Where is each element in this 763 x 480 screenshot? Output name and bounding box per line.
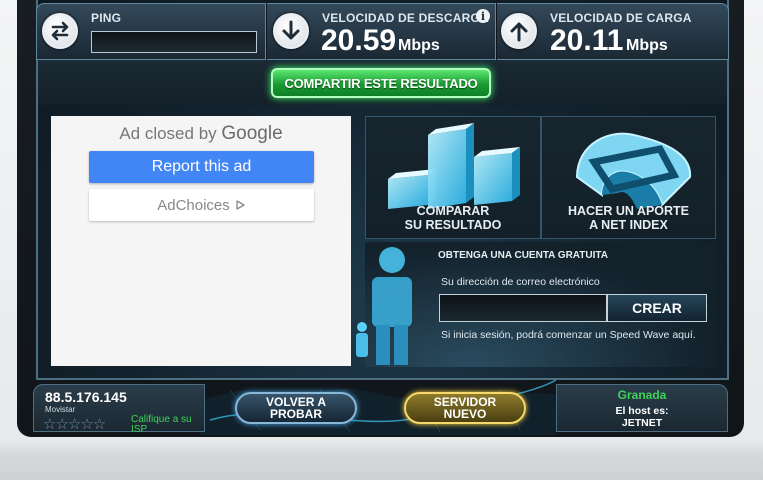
host-name: JETNET: [621, 417, 663, 429]
upload-value: 20.11: [550, 24, 624, 57]
adchoices-icon: [236, 200, 245, 210]
email-input[interactable]: [439, 294, 607, 322]
upload-unit: Mbps: [626, 37, 668, 54]
isp-rating-stars[interactable]: ☆☆☆☆☆: [43, 415, 106, 433]
compare-line1: COMPARAR: [416, 204, 490, 218]
ping-value: [91, 31, 257, 53]
header-divider: [495, 3, 497, 60]
report-ad-button[interactable]: Report this ad: [89, 151, 314, 183]
compare-line2: SU RESULTADO: [404, 218, 502, 232]
compare-results-panel[interactable]: COMPARAR SU RESULTADO: [365, 116, 541, 239]
create-account-button[interactable]: CREAR: [607, 294, 707, 322]
speed-wave-note: Si inicia sesión, podrá comenzar un Spee…: [441, 329, 696, 341]
share-result-button[interactable]: COMPARTIR ESTE RESULTADO: [271, 68, 491, 98]
download-unit: Mbps: [398, 37, 440, 54]
ip-address: 88.5.176.145: [45, 389, 127, 405]
contribute-line2: A NET INDEX: [589, 218, 668, 232]
email-label: Su dirección de correo electrónico: [441, 276, 600, 288]
ping-label: PING: [91, 11, 122, 25]
rate-isp-line2: ISP: [131, 424, 148, 435]
ping-icon: [42, 13, 78, 49]
adchoices-button[interactable]: AdChoices: [89, 189, 314, 221]
contribute-line1: HACER UN APORTE: [567, 204, 690, 218]
info-icon[interactable]: i: [476, 9, 490, 23]
test-again-button[interactable]: VOLVER A PROBAR: [235, 392, 357, 424]
upload-label: VELOCIDAD DE CARGA: [550, 11, 692, 25]
new-server-button[interactable]: SERVIDOR NUEVO: [404, 392, 526, 424]
isp-name: Movistar: [45, 405, 76, 414]
ad-container: Ad closed by Google Report this ad AdCho…: [51, 116, 351, 366]
host-label: El host es:: [615, 405, 669, 417]
new-server-line2: NUEVO: [443, 407, 487, 421]
ad-closed-title: Ad closed by Google: [51, 123, 351, 145]
test-again-line2: PROBAR: [269, 407, 322, 421]
free-account-title: OBTENGA UNA CUENTA GRATUITA: [438, 250, 608, 261]
net-index-label: HACER UN APORTE A NET INDEX: [542, 204, 715, 232]
compare-results-label: COMPARAR SU RESULTADO: [366, 204, 540, 232]
rate-isp-link[interactable]: Califique a su ISP: [131, 415, 192, 435]
adchoices-label: AdChoices: [157, 196, 230, 214]
person-figure-icon: [356, 247, 412, 365]
net-index-panel[interactable]: HACER UN APORTE A NET INDEX: [541, 116, 716, 239]
download-arrow-icon: [273, 13, 309, 49]
server-city: Granada: [617, 388, 667, 402]
google-logo-text: Google: [221, 123, 283, 144]
download-value: 20.59: [321, 24, 397, 57]
ad-closed-prefix: Ad closed by: [119, 124, 217, 143]
speedtest-app: PING VELOCIDAD DE DESCARGA i 20.59 Mbps …: [0, 0, 763, 480]
header-divider: [265, 3, 267, 60]
download-label: VELOCIDAD DE DESCARGA: [322, 11, 489, 25]
upload-arrow-icon: [501, 13, 537, 49]
